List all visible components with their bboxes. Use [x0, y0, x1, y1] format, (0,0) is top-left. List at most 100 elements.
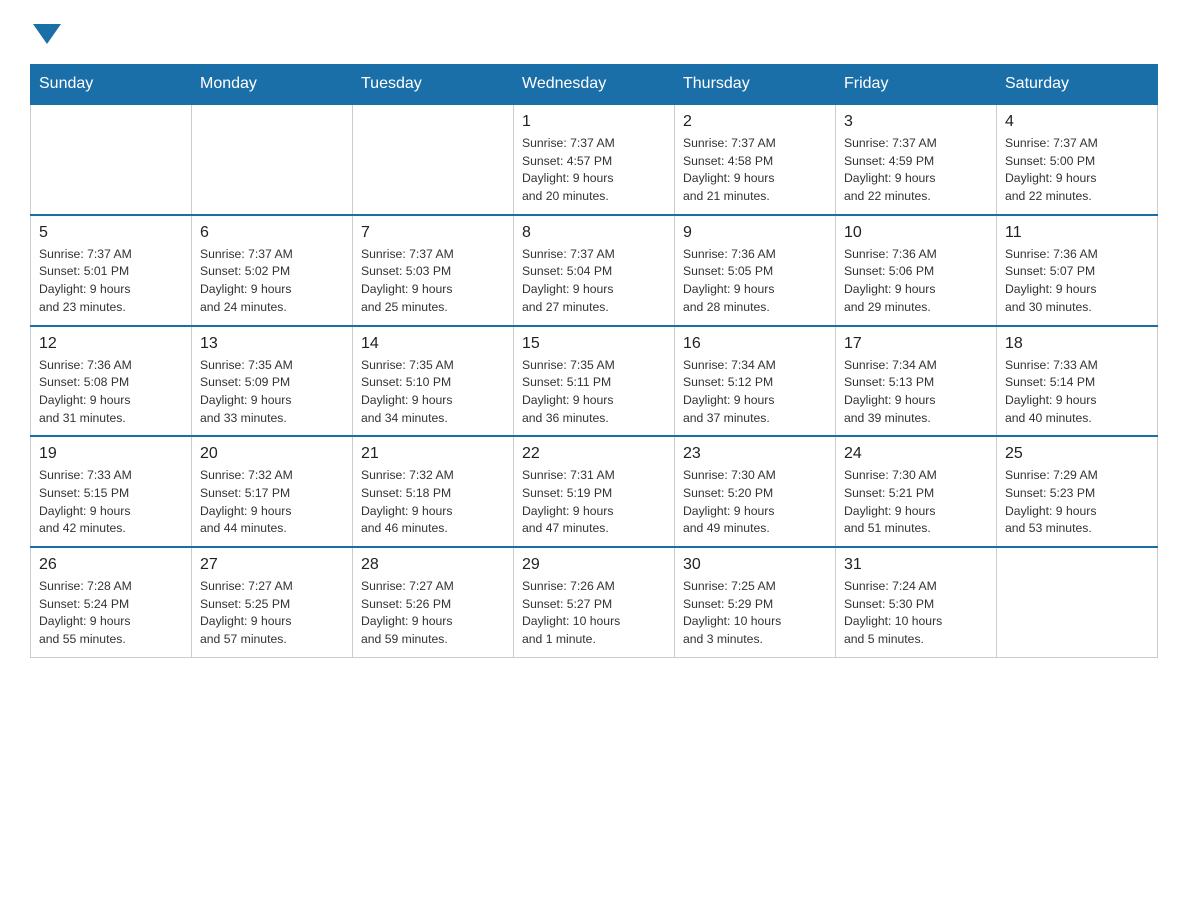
day-number: 26: [39, 556, 183, 574]
calendar-cell: 23 Sunrise: 7:30 AMSunset: 5:20 PMDayligh…: [675, 436, 836, 547]
calendar-cell: [997, 547, 1158, 657]
calendar-cell: 7 Sunrise: 7:37 AMSunset: 5:03 PMDaylight…: [353, 215, 514, 326]
column-header-saturday: Saturday: [997, 65, 1158, 105]
day-number: 25: [1005, 445, 1149, 463]
day-sun-info: Sunrise: 7:32 AMSunset: 5:17 PMDaylight:…: [200, 467, 344, 538]
day-sun-info: Sunrise: 7:32 AMSunset: 5:18 PMDaylight:…: [361, 467, 505, 538]
day-sun-info: Sunrise: 7:37 AMSunset: 5:01 PMDaylight:…: [39, 246, 183, 317]
calendar-cell: 3 Sunrise: 7:37 AMSunset: 4:59 PMDaylight…: [836, 104, 997, 215]
calendar-cell: 2 Sunrise: 7:37 AMSunset: 4:58 PMDaylight…: [675, 104, 836, 215]
calendar-cell: 5 Sunrise: 7:37 AMSunset: 5:01 PMDaylight…: [31, 215, 192, 326]
calendar-cell: [192, 104, 353, 215]
calendar-cell: 19Sunrise: 7:33 AMSunset: 5:15 PMDayligh…: [31, 436, 192, 547]
day-sun-info: Sunrise: 7:33 AMSunset: 5:15 PMDaylight:…: [39, 467, 183, 538]
day-sun-info: Sunrise: 7:27 AMSunset: 5:26 PMDaylight:…: [361, 578, 505, 649]
calendar-cell: 24Sunrise: 7:30 AMSunset: 5:21 PMDayligh…: [836, 436, 997, 547]
calendar-cell: 16 Sunrise: 7:34 AMSunset: 5:12 PMDayligh…: [675, 326, 836, 437]
day-sun-info: Sunrise: 7:37 AMSunset: 5:03 PMDaylight:…: [361, 246, 505, 317]
day-sun-info: Sunrise: 7:27 AMSunset: 5:25 PMDaylight:…: [200, 578, 344, 649]
day-sun-info: Sunrise: 7:37 AMSunset: 4:58 PMDaylight:…: [683, 135, 827, 206]
calendar-cell: 30 Sunrise: 7:25 AMSunset: 5:29 PMDayligh…: [675, 547, 836, 657]
calendar-header-row: SundayMondayTuesdayWednesdayThursdayFrid…: [31, 65, 1158, 105]
day-sun-info: Sunrise: 7:25 AMSunset: 5:29 PMDaylight:…: [683, 578, 827, 649]
column-header-thursday: Thursday: [675, 65, 836, 105]
column-header-friday: Friday: [836, 65, 997, 105]
column-header-monday: Monday: [192, 65, 353, 105]
calendar-cell: [31, 104, 192, 215]
calendar-cell: 18 Sunrise: 7:33 AMSunset: 5:14 PMDayligh…: [997, 326, 1158, 437]
calendar-cell: 10Sunrise: 7:36 AMSunset: 5:06 PMDayligh…: [836, 215, 997, 326]
day-sun-info: Sunrise: 7:34 AMSunset: 5:12 PMDaylight:…: [683, 357, 827, 428]
day-number: 3: [844, 113, 988, 131]
day-number: 13: [200, 335, 344, 353]
day-sun-info: Sunrise: 7:26 AMSunset: 5:27 PMDaylight:…: [522, 578, 666, 649]
day-number: 30: [683, 556, 827, 574]
calendar-cell: 6Sunrise: 7:37 AMSunset: 5:02 PMDaylight…: [192, 215, 353, 326]
day-number: 20: [200, 445, 344, 463]
day-number: 2: [683, 113, 827, 131]
calendar-cell: 12Sunrise: 7:36 AMSunset: 5:08 PMDayligh…: [31, 326, 192, 437]
calendar-week-row: 1 Sunrise: 7:37 AMSunset: 4:57 PMDaylight…: [31, 104, 1158, 215]
calendar-cell: 21Sunrise: 7:32 AMSunset: 5:18 PMDayligh…: [353, 436, 514, 547]
day-number: 29: [522, 556, 666, 574]
day-sun-info: Sunrise: 7:37 AMSunset: 5:00 PMDaylight:…: [1005, 135, 1149, 206]
day-number: 27: [200, 556, 344, 574]
day-number: 11: [1005, 224, 1149, 242]
calendar-cell: 28Sunrise: 7:27 AMSunset: 5:26 PMDayligh…: [353, 547, 514, 657]
calendar-cell: 26 Sunrise: 7:28 AMSunset: 5:24 PMDayligh…: [31, 547, 192, 657]
day-number: 17: [844, 335, 988, 353]
calendar-week-row: 26 Sunrise: 7:28 AMSunset: 5:24 PMDayligh…: [31, 547, 1158, 657]
day-number: 10: [844, 224, 988, 242]
calendar-cell: 1 Sunrise: 7:37 AMSunset: 4:57 PMDaylight…: [514, 104, 675, 215]
calendar-cell: 8 Sunrise: 7:37 AMSunset: 5:04 PMDaylight…: [514, 215, 675, 326]
calendar-cell: 25 Sunrise: 7:29 AMSunset: 5:23 PMDayligh…: [997, 436, 1158, 547]
day-number: 9: [683, 224, 827, 242]
day-sun-info: Sunrise: 7:33 AMSunset: 5:14 PMDaylight:…: [1005, 357, 1149, 428]
day-sun-info: Sunrise: 7:37 AMSunset: 4:59 PMDaylight:…: [844, 135, 988, 206]
day-number: 1: [522, 113, 666, 131]
calendar-week-row: 12Sunrise: 7:36 AMSunset: 5:08 PMDayligh…: [31, 326, 1158, 437]
day-sun-info: Sunrise: 7:36 AMSunset: 5:05 PMDaylight:…: [683, 246, 827, 317]
day-sun-info: Sunrise: 7:35 AMSunset: 5:11 PMDaylight:…: [522, 357, 666, 428]
day-sun-info: Sunrise: 7:37 AMSunset: 5:02 PMDaylight:…: [200, 246, 344, 317]
calendar-cell: 31 Sunrise: 7:24 AMSunset: 5:30 PMDayligh…: [836, 547, 997, 657]
calendar-week-row: 19Sunrise: 7:33 AMSunset: 5:15 PMDayligh…: [31, 436, 1158, 547]
page-header: [30, 20, 1158, 44]
calendar-cell: 13Sunrise: 7:35 AMSunset: 5:09 PMDayligh…: [192, 326, 353, 437]
day-sun-info: Sunrise: 7:24 AMSunset: 5:30 PMDaylight:…: [844, 578, 988, 649]
day-sun-info: Sunrise: 7:30 AMSunset: 5:20 PMDaylight:…: [683, 467, 827, 538]
day-number: 31: [844, 556, 988, 574]
calendar-week-row: 5 Sunrise: 7:37 AMSunset: 5:01 PMDaylight…: [31, 215, 1158, 326]
day-number: 18: [1005, 335, 1149, 353]
column-header-sunday: Sunday: [31, 65, 192, 105]
day-sun-info: Sunrise: 7:37 AMSunset: 4:57 PMDaylight:…: [522, 135, 666, 206]
calendar-cell: 29 Sunrise: 7:26 AMSunset: 5:27 PMDayligh…: [514, 547, 675, 657]
day-number: 14: [361, 335, 505, 353]
day-number: 12: [39, 335, 183, 353]
column-header-tuesday: Tuesday: [353, 65, 514, 105]
calendar-cell: 14 Sunrise: 7:35 AMSunset: 5:10 PMDayligh…: [353, 326, 514, 437]
day-sun-info: Sunrise: 7:37 AMSunset: 5:04 PMDaylight:…: [522, 246, 666, 317]
calendar-table: SundayMondayTuesdayWednesdayThursdayFrid…: [30, 64, 1158, 658]
day-number: 23: [683, 445, 827, 463]
day-sun-info: Sunrise: 7:31 AMSunset: 5:19 PMDaylight:…: [522, 467, 666, 538]
day-number: 8: [522, 224, 666, 242]
day-number: 7: [361, 224, 505, 242]
day-sun-info: Sunrise: 7:34 AMSunset: 5:13 PMDaylight:…: [844, 357, 988, 428]
day-sun-info: Sunrise: 7:35 AMSunset: 5:10 PMDaylight:…: [361, 357, 505, 428]
day-number: 5: [39, 224, 183, 242]
day-number: 16: [683, 335, 827, 353]
day-number: 15: [522, 335, 666, 353]
calendar-cell: 15 Sunrise: 7:35 AMSunset: 5:11 PMDayligh…: [514, 326, 675, 437]
calendar-cell: 22 Sunrise: 7:31 AMSunset: 5:19 PMDayligh…: [514, 436, 675, 547]
logo: [30, 20, 61, 44]
day-number: 24: [844, 445, 988, 463]
day-sun-info: Sunrise: 7:29 AMSunset: 5:23 PMDaylight:…: [1005, 467, 1149, 538]
calendar-cell: 9 Sunrise: 7:36 AMSunset: 5:05 PMDaylight…: [675, 215, 836, 326]
calendar-cell: 11Sunrise: 7:36 AMSunset: 5:07 PMDayligh…: [997, 215, 1158, 326]
logo-triangle-icon: [33, 24, 61, 44]
calendar-cell: 20 Sunrise: 7:32 AMSunset: 5:17 PMDayligh…: [192, 436, 353, 547]
day-number: 4: [1005, 113, 1149, 131]
day-sun-info: Sunrise: 7:28 AMSunset: 5:24 PMDaylight:…: [39, 578, 183, 649]
day-number: 22: [522, 445, 666, 463]
